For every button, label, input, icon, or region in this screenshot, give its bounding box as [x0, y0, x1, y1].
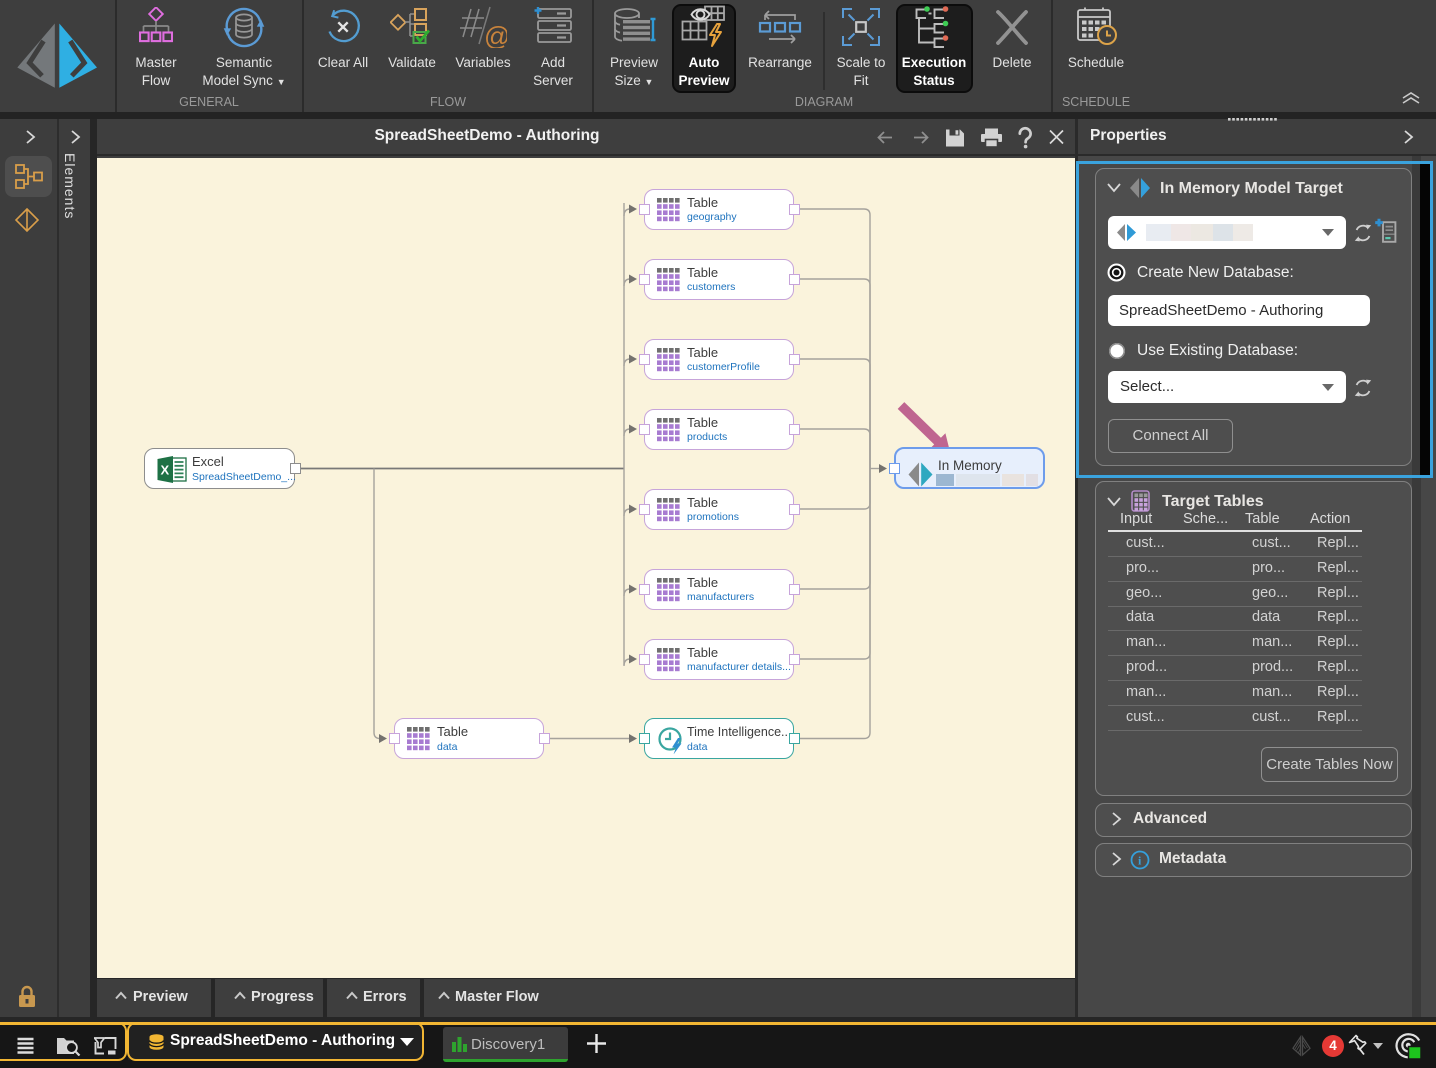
svg-text:@: @	[484, 21, 507, 48]
svg-text:X: X	[161, 463, 170, 478]
svg-text:i: i	[1138, 854, 1142, 868]
